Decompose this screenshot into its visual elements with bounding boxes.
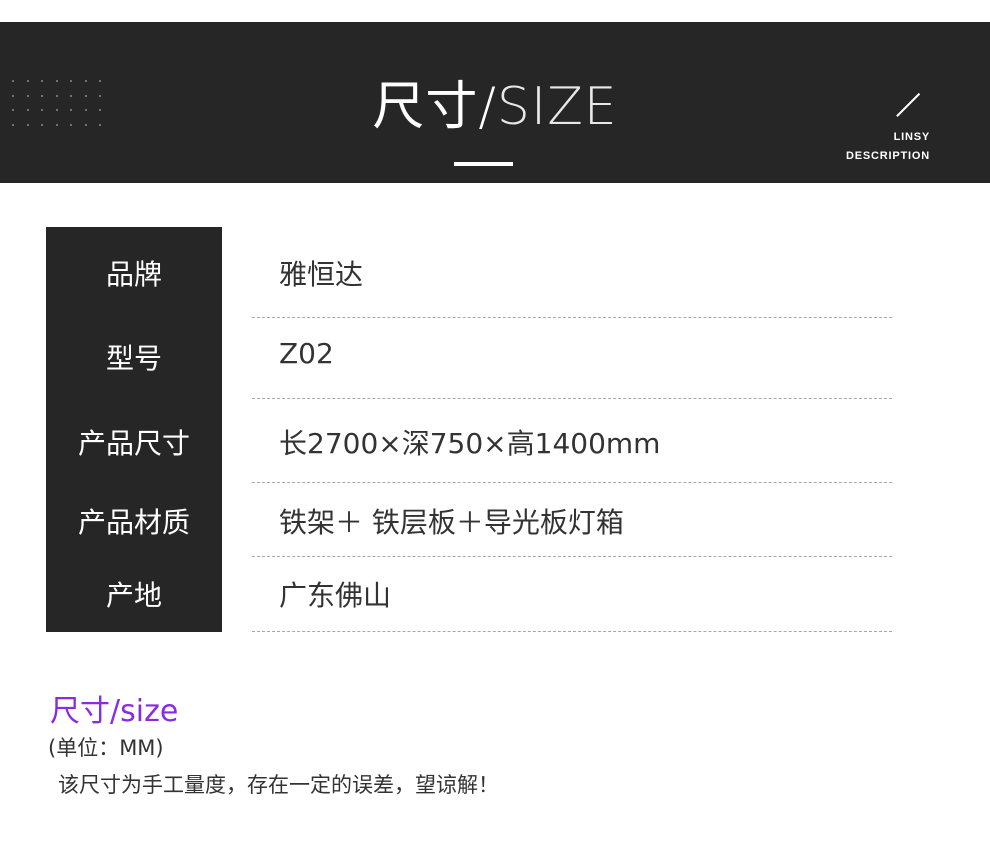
spec-value-origin: 广东佛山 [279, 579, 392, 612]
measurement-disclaimer: 该尺寸为手工量度，存在一定的误差，望谅解！ [58, 773, 499, 797]
spec-value-model: Z02 [279, 337, 334, 370]
row-divider [252, 631, 892, 632]
row-divider [252, 556, 892, 557]
row-divider [252, 398, 892, 399]
spec-value-dimensions: 长2700×深750×高1400mm [279, 427, 661, 460]
page-title-en: SIZE [496, 77, 618, 137]
spec-label-origin: 产地 [105, 579, 162, 612]
size-unit-note: (单位：MM) [48, 736, 164, 760]
header-banner: 尺寸/SIZE LINSY DESCRIPTION [0, 22, 990, 183]
spec-value-brand: 雅恒达 [279, 258, 364, 291]
title-underline [454, 162, 513, 166]
product-size-page: 尺寸/SIZE LINSY DESCRIPTION 品牌 型号 产品尺寸 产品材… [0, 0, 990, 865]
spec-label-model: 型号 [105, 342, 162, 375]
brand-mark: LINSY DESCRIPTION [846, 128, 930, 166]
spec-value-material: 铁架＋ 铁层板＋导光板灯箱 [279, 506, 624, 539]
brand-subtitle: DESCRIPTION [846, 150, 930, 162]
page-title-cn: 尺寸/ [372, 77, 497, 137]
size-note-title: 尺寸/size [50, 694, 179, 729]
spec-label-material: 产品材质 [77, 506, 190, 539]
spec-label-dimensions: 产品尺寸 [77, 427, 190, 460]
spec-label-brand: 品牌 [105, 258, 162, 291]
spec-label-column: 品牌 型号 产品尺寸 产品材质 产地 [46, 227, 222, 632]
brand-name: LINSY [893, 131, 930, 143]
page-title: 尺寸/SIZE [0, 64, 990, 139]
row-divider [252, 317, 892, 318]
row-divider [252, 482, 892, 483]
